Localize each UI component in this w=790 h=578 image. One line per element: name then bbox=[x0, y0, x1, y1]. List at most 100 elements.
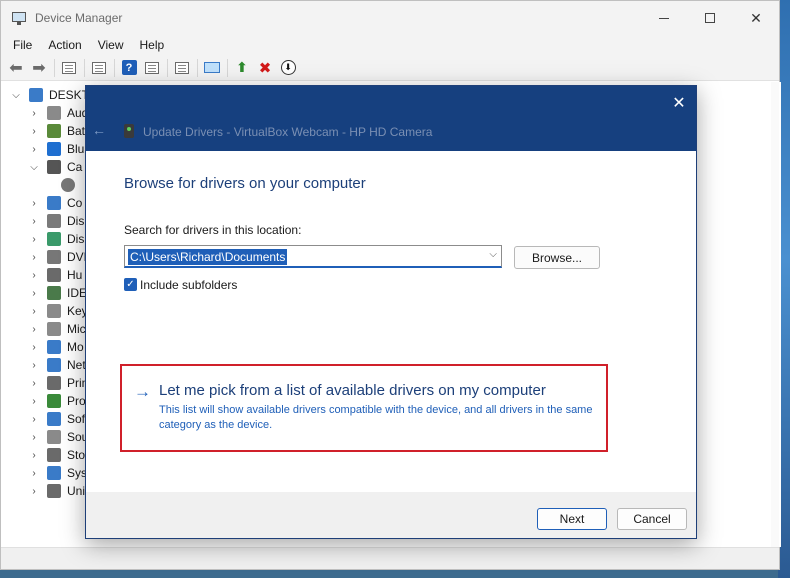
menu-file[interactable]: File bbox=[5, 35, 40, 55]
properties-icon bbox=[62, 61, 76, 74]
device-category-icon bbox=[47, 394, 61, 408]
driver-path-value[interactable]: C:\Users\Richard\Documents bbox=[128, 249, 288, 265]
search-location-label: Search for drivers in this location: bbox=[124, 223, 302, 237]
disable-device-button[interactable]: ⬇ bbox=[277, 57, 299, 79]
chevron-right-icon[interactable]: › bbox=[29, 468, 39, 479]
cancel-button[interactable]: Cancel bbox=[617, 508, 687, 530]
device-category-icon bbox=[47, 466, 61, 480]
tree-item[interactable]: › Sto bbox=[29, 446, 85, 464]
tree-item-label: Pro bbox=[67, 394, 86, 408]
tree-item[interactable]: › Prin bbox=[29, 374, 88, 392]
pick-from-list-option[interactable]: → Let me pick from a list of available d… bbox=[120, 364, 608, 452]
properties-button[interactable] bbox=[58, 57, 80, 79]
chevron-right-icon[interactable]: › bbox=[29, 288, 39, 299]
tree-item[interactable]: › Disp bbox=[29, 230, 91, 248]
tree-item[interactable]: ⌵ Ca bbox=[29, 158, 82, 176]
menu-bar: File Action View Help bbox=[1, 35, 779, 55]
back-arrow-icon: ⬅ bbox=[9, 59, 23, 77]
next-button[interactable]: Next bbox=[537, 508, 607, 530]
chevron-right-icon[interactable]: › bbox=[29, 432, 39, 443]
include-subfolders-label[interactable]: Include subfolders bbox=[140, 278, 237, 292]
tree-item[interactable]: › Sou bbox=[29, 428, 88, 446]
tree-item[interactable]: › Net bbox=[29, 356, 86, 374]
print-button[interactable] bbox=[171, 57, 193, 79]
chevron-right-icon[interactable]: › bbox=[29, 198, 39, 209]
chevron-right-icon[interactable]: › bbox=[29, 144, 39, 155]
chevron-right-icon[interactable]: › bbox=[29, 108, 39, 119]
driver-path-input[interactable]: C:\Users\Richard\Documents ⌵ bbox=[124, 245, 502, 268]
pick-option-title[interactable]: Let me pick from a list of available dri… bbox=[159, 382, 546, 399]
chevron-right-icon[interactable]: › bbox=[29, 270, 39, 281]
tree-item-label: Mo bbox=[67, 340, 84, 354]
chevron-right-icon[interactable]: › bbox=[29, 342, 39, 353]
close-button[interactable]: ✕ bbox=[733, 1, 779, 35]
help-button[interactable]: ? bbox=[118, 57, 140, 79]
tree-item[interactable]: › Sys bbox=[29, 464, 87, 482]
device-category-icon bbox=[47, 232, 61, 246]
include-subfolders-checkbox[interactable]: ✓ bbox=[124, 278, 137, 291]
chevron-right-icon[interactable]: › bbox=[29, 252, 39, 263]
close-icon: ✕ bbox=[672, 95, 686, 112]
back-arrow-icon[interactable]: ← bbox=[92, 122, 106, 138]
chevron-down-icon[interactable]: ⌵ bbox=[489, 249, 497, 260]
tree-item[interactable]: › Pro bbox=[29, 392, 86, 410]
minimize-button[interactable] bbox=[641, 1, 687, 35]
update-drivers-dialog: ✕ ← Update Drivers - VirtualBox Webcam -… bbox=[85, 85, 697, 539]
dialog-title: Update Drivers - VirtualBox Webcam - HP … bbox=[143, 125, 433, 139]
list-button[interactable] bbox=[88, 57, 110, 79]
uninstall-button[interactable]: ✖ bbox=[254, 57, 276, 79]
chevron-right-icon[interactable]: › bbox=[29, 126, 39, 137]
minimize-icon bbox=[659, 17, 669, 19]
back-button[interactable]: ⬅ bbox=[5, 57, 27, 79]
tree-item[interactable]: › Blu bbox=[29, 140, 84, 158]
device-category-icon bbox=[47, 196, 61, 210]
chevron-right-icon[interactable]: › bbox=[29, 378, 39, 389]
tree-item[interactable]: › Aud bbox=[29, 104, 88, 122]
menu-view[interactable]: View bbox=[90, 35, 132, 55]
maximize-button[interactable] bbox=[687, 1, 733, 35]
chevron-down-icon[interactable]: ⌵ bbox=[29, 162, 39, 173]
chevron-right-icon[interactable]: › bbox=[29, 486, 39, 497]
chevron-down-icon[interactable]: ⌵ bbox=[11, 90, 21, 101]
dialog-close-button[interactable]: ✕ bbox=[668, 92, 690, 114]
dialog-header: ✕ ← Update Drivers - VirtualBox Webcam -… bbox=[86, 86, 696, 151]
tree-item[interactable]: › IDE bbox=[29, 284, 87, 302]
forward-button[interactable]: ➡ bbox=[28, 57, 50, 79]
chevron-right-icon[interactable]: › bbox=[29, 450, 39, 461]
device-category-icon bbox=[47, 268, 61, 282]
device-icon bbox=[124, 124, 134, 138]
tree-item[interactable]: › Soft bbox=[29, 410, 88, 428]
tree-item[interactable]: › Mic bbox=[29, 320, 86, 338]
update-driver-button[interactable]: ⬆ bbox=[231, 57, 253, 79]
toolbar: ⬅ ➡ ? ⬆ ✖ ⬇ bbox=[1, 55, 779, 81]
menu-action[interactable]: Action bbox=[40, 35, 89, 55]
disable-device-icon: ⬇ bbox=[280, 60, 296, 75]
device-category-icon bbox=[47, 160, 61, 174]
chevron-right-icon[interactable]: › bbox=[29, 216, 39, 227]
status-bar bbox=[1, 547, 779, 569]
tree-item[interactable]: › DVD bbox=[29, 248, 92, 266]
tree-child-camera[interactable] bbox=[61, 176, 81, 194]
chevron-right-icon[interactable]: › bbox=[29, 414, 39, 425]
tree-item[interactable]: › Mo bbox=[29, 338, 84, 356]
scan-hardware-button[interactable] bbox=[201, 57, 223, 79]
tree-item[interactable]: › Uni bbox=[29, 482, 85, 500]
chevron-right-icon[interactable]: › bbox=[29, 360, 39, 371]
print-icon bbox=[175, 61, 189, 74]
tree-item[interactable]: › Hu bbox=[29, 266, 82, 284]
action-pane-button[interactable] bbox=[141, 57, 163, 79]
tree-item[interactable]: › Dis bbox=[29, 212, 84, 230]
browse-button[interactable]: Browse... bbox=[514, 246, 600, 269]
chevron-right-icon[interactable]: › bbox=[29, 396, 39, 407]
tree-item[interactable]: › Key bbox=[29, 302, 88, 320]
forward-arrow-icon: ➡ bbox=[32, 59, 46, 77]
chevron-right-icon[interactable]: › bbox=[29, 234, 39, 245]
tree-item[interactable]: › Bat bbox=[29, 122, 85, 140]
menu-help[interactable]: Help bbox=[132, 35, 173, 55]
tree-item[interactable]: › Co bbox=[29, 194, 82, 212]
pick-option-description: This list will show available drivers co… bbox=[159, 404, 593, 431]
chevron-right-icon[interactable]: › bbox=[29, 324, 39, 335]
device-category-icon bbox=[47, 142, 61, 156]
scrollbar[interactable] bbox=[771, 82, 779, 547]
chevron-right-icon[interactable]: › bbox=[29, 306, 39, 317]
